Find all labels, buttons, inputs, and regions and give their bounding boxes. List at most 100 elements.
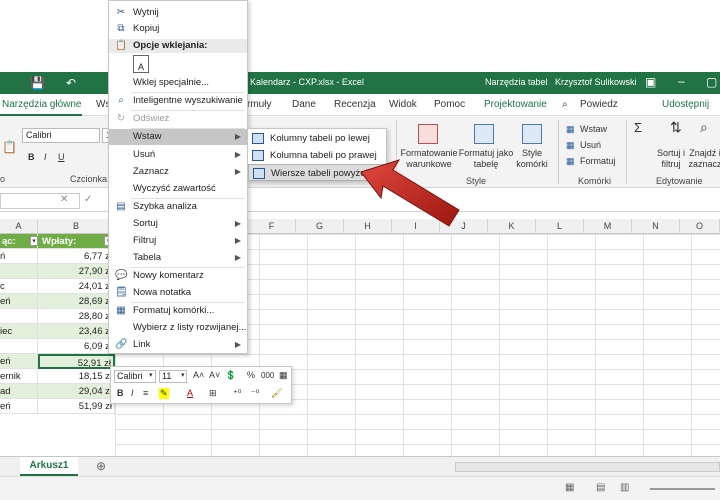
table-cell[interactable]: 28,69 zł [38,294,115,309]
table-cell[interactable]: ernik [0,369,38,384]
table-cell[interactable]: 18,15 zł [38,369,115,384]
sort-filter-icon[interactable]: ⇅ [670,120,682,134]
table-cell[interactable]: ad [0,384,38,399]
chevron-down-icon[interactable]: ▾ [149,371,153,379]
font-color-icon[interactable]: A [187,388,193,398]
undo-icon[interactable]: ↶ [66,76,76,90]
delete-cells-button[interactable]: Usuń [580,140,601,151]
page-layout-icon[interactable]: ▤ [596,482,605,493]
column-header[interactable]: L [536,219,584,234]
italic-button[interactable]: I [44,152,47,163]
table-cell[interactable] [0,339,38,354]
paste-values-icon[interactable]: A [133,55,149,73]
column-header[interactable]: A [0,219,38,234]
table-cell[interactable]: 29,04 zł [38,384,115,399]
highlight-icon[interactable]: ✎ [159,388,169,399]
table-cell[interactable] [0,309,38,324]
column-header[interactable]: M [584,219,632,234]
conditional-format-icon[interactable] [418,124,438,144]
column-header[interactable]: O [680,219,720,234]
save-icon[interactable]: 💾 [30,76,45,90]
submenu-item-cols-left[interactable]: Kolumny tabeli po lewej [248,130,386,147]
column-header[interactable]: K [488,219,536,234]
menu-item-smart-lookup[interactable]: ⌕ Inteligentne wyszukiwanie [109,93,247,109]
horizontal-scrollbar[interactable] [455,462,720,472]
table-cell[interactable]: c [0,279,38,294]
percent-button[interactable]: % [247,370,255,380]
menu-item-link[interactable]: 🔗 Link ▶ [109,337,247,353]
zoom-slider[interactable] [650,488,715,490]
cell-styles-icon[interactable] [522,124,542,144]
confirm-icon[interactable]: ✓ [84,194,92,205]
table-cell[interactable]: 6,77 zł [38,249,115,264]
table-cell[interactable]: eń [0,294,38,309]
share-button[interactable]: Udostępnij [662,99,709,110]
user-name[interactable]: Krzysztof Sulikowski [555,77,637,87]
tab-help[interactable]: Pomoc [434,99,465,110]
bold-button[interactable]: B [28,152,35,163]
tell-me-input[interactable]: Powiedz [580,99,618,110]
menu-item-quick-analysis[interactable]: ▤ Szybka analiza [109,199,247,215]
table-cell[interactable]: eń [0,354,38,369]
menu-item-filter[interactable]: Filtruj ▶ [109,233,247,249]
selected-cell[interactable]: 52,91 zł [38,354,115,369]
table-cell[interactable]: 51,99 zł [38,399,115,414]
borders-icon[interactable]: ⊞ [209,388,217,399]
format-cells-button[interactable]: Formatuj [580,156,616,167]
tab-home[interactable]: Narzędzia główne [2,99,82,110]
sum-icon[interactable]: Σ [634,121,642,134]
chevron-down-icon[interactable]: ▾ [181,371,185,379]
tab-data[interactable]: Dane [292,99,316,110]
insert-cells-button[interactable]: Wstaw [580,124,607,135]
tab-formulas[interactable]: rmuły [247,99,271,110]
menu-item-new-comment[interactable]: 💬 Nowy komentarz [109,268,247,284]
ribbon-display-icon[interactable]: ▣ [645,75,656,89]
page-break-icon[interactable]: ▥ [620,482,629,493]
normal-view-icon[interactable]: ▦ [565,482,574,493]
find-select-button[interactable]: Znajdź i zaznacz [688,148,720,170]
sheet-tab-arkusz1[interactable]: Arkusz1 [20,457,78,476]
menu-item-copy[interactable]: ⧉ Kopiuj [109,21,247,37]
table-cell[interactable]: iec [0,324,38,339]
table-cell[interactable]: ń [0,249,38,264]
menu-item-delete[interactable]: Usuń ▶ [109,147,247,163]
cancel-icon[interactable]: ✕ [60,194,68,205]
column-header[interactable]: N [632,219,680,234]
column-header[interactable]: B [38,219,115,234]
menu-item-format-cells[interactable]: ▦ Formatuj komórki... [109,303,247,319]
merge-icon[interactable]: ▦ [279,370,288,381]
menu-item-cut[interactable]: ✂ Wytnij [109,5,247,21]
paste-icon[interactable]: 📋 [2,141,17,153]
minimize-icon[interactable]: – [678,74,685,88]
font-name-box[interactable]: Calibri [22,128,100,143]
table-cell[interactable] [0,264,38,279]
menu-item-paste-special[interactable]: Wklej specjalnie... [109,75,247,91]
format-as-table-icon[interactable] [474,124,494,144]
tab-view[interactable]: Widok [389,99,417,110]
table-cell[interactable]: 6,09 zł [38,339,115,354]
add-sheet-icon[interactable]: ⊕ [96,459,106,473]
table-cell[interactable]: eń [0,399,38,414]
decrease-font-icon[interactable]: A˅ [209,370,220,380]
filter-dropdown-icon[interactable]: ▾ [30,236,38,246]
cell-styles-button[interactable]: Style komórki [510,148,554,170]
find-select-icon[interactable]: ⌕ [700,120,708,134]
column-header[interactable]: G [296,219,344,234]
menu-item-pick-from-list[interactable]: Wybierz z listy rozwijanej... [109,320,247,336]
menu-item-new-note[interactable]: 🗒 Nowa notatka [109,285,247,301]
menu-item-table[interactable]: Tabela ▶ [109,250,247,266]
thousands-button[interactable]: 000 [261,371,274,380]
decrease-decimal-icon[interactable]: ⁻⁰ [251,388,259,399]
table-cell[interactable]: 27,90 zł [38,264,115,279]
column-header[interactable]: F [248,219,296,234]
bold-button[interactable]: B [117,388,124,398]
menu-item-clear-contents[interactable]: Wyczyść zawartość [109,181,247,197]
table-cell[interactable]: 24,01 zł [38,279,115,294]
menu-item-insert[interactable]: Wstaw ▶ [109,129,247,145]
underline-button[interactable]: U [58,152,65,163]
align-center-icon[interactable]: ≡ [143,388,148,398]
table-cell[interactable]: 28,80 zł [38,309,115,324]
menu-item-select[interactable]: Zaznacz ▶ [109,164,247,180]
format-painter-icon[interactable]: 🖌 [271,388,282,399]
increase-decimal-icon[interactable]: ⁺⁰ [233,388,241,399]
